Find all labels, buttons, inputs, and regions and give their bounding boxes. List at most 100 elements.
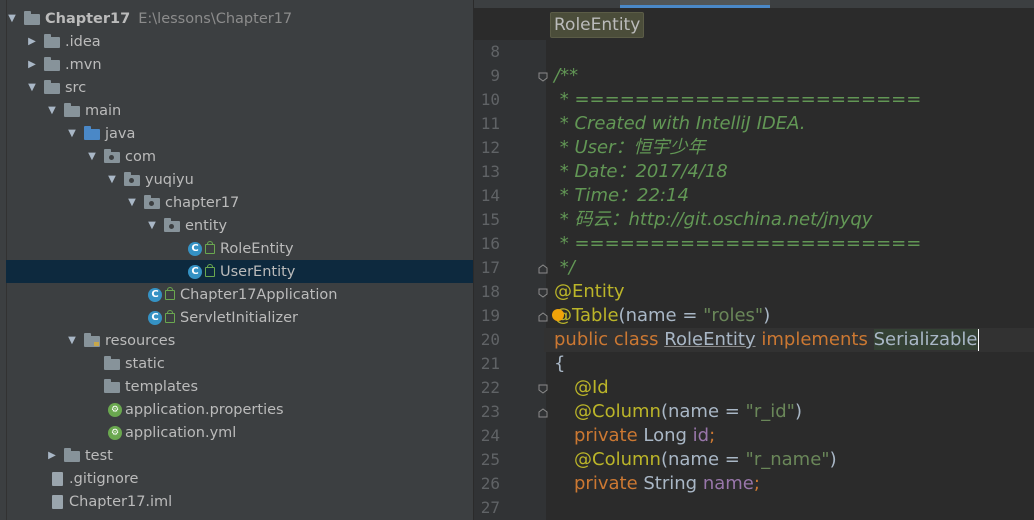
type-name: Long [643,425,693,446]
chevron-down-icon[interactable]: ▼ [46,105,58,117]
code-token: ; [753,473,760,494]
editor-tab[interactable] [474,0,614,8]
folder-icon [44,80,60,94]
code-area[interactable]: /** * ======================= * Created … [544,40,1034,520]
code-line-26: private String name; [574,472,760,496]
code-line-21: { [554,353,566,374]
code-token: name [667,401,720,422]
code-line-20-current: public class RoleEntity implements Seria… [544,328,1034,352]
type-name: String [643,473,703,494]
code-token: = [676,305,704,326]
tree-item-resources[interactable]: ▼ resources [6,329,473,352]
class-icon: C [188,264,202,279]
tree-item-application-yml[interactable]: ⚙ application.yml [6,421,473,444]
chevron-down-icon[interactable]: ▼ [66,128,78,140]
code-token: ) [763,305,771,326]
tree-item-templates[interactable]: templates [6,375,473,398]
line-number: 18 [480,282,500,301]
file-icon [52,471,63,486]
project-path: E:\lessons\Chapter17 [138,10,293,27]
project-tree[interactable]: ▼ Chapter17 E:\lessons\Chapter17 ▶ .idea… [0,0,474,520]
class-name: RoleEntity [664,329,756,350]
package-icon [104,149,120,163]
code-token: ; [709,425,716,446]
spring-config-icon: ⚙ [108,425,122,440]
code-line-25: @Column(name = "r_name") [574,448,837,472]
line-number: 19 [480,306,500,325]
field-name: name [702,473,754,494]
chevron-down-icon[interactable]: ▼ [6,13,18,25]
tree-item-application-properties[interactable]: ⚙ application.properties [6,398,473,421]
lightbulb-icon[interactable] [552,309,564,321]
tree-item-chapter17-iml[interactable]: Chapter17.iml [6,490,473,513]
chevron-right-icon[interactable]: ▶ [26,59,38,71]
editor-tab-active[interactable] [620,0,770,8]
keyword: implements [755,329,874,350]
tree-item-yuqiyu[interactable]: ▼ yuqiyu [6,168,473,191]
code-line-23: @Column(name = "r_id") [574,400,802,424]
tree-item-entity[interactable]: ▼ entity [6,214,473,237]
line-number: 9 [490,66,500,85]
line-number: 17 [480,258,500,277]
tree-item-static[interactable]: static [6,352,473,375]
tree-item-test[interactable]: ▶ test [6,444,473,467]
code-editor[interactable]: RoleEntity 8 9 10 11 12 13 14 15 16 17 1… [474,0,1034,520]
folder-icon [24,11,40,25]
tree-item-userentity[interactable]: C UserEntity [6,260,473,283]
tree-item-java[interactable]: ▼ java [6,122,473,145]
lock-icon [165,309,175,323]
breadcrumb[interactable]: RoleEntity [550,12,645,38]
string-literal: "r_name" [745,449,830,470]
tree-item-mvn[interactable]: ▶ .mvn [6,53,473,76]
lock-icon [165,286,175,300]
tree-item-label: application.properties [125,401,284,418]
tree-item-label: ServletInitializer [180,309,298,326]
code-token: = [719,401,746,422]
line-number: 13 [480,162,500,181]
chevron-down-icon[interactable]: ▼ [86,151,98,163]
tree-item-gitignore[interactable]: .gitignore [6,467,473,490]
chevron-down-icon[interactable]: ▼ [26,82,38,94]
line-number: 25 [480,450,500,469]
tree-item-label: src [65,79,87,96]
tree-item-servletinitializer[interactable]: C ServletInitializer [6,306,473,329]
spring-config-icon: ⚙ [108,402,122,417]
code-token: ( [660,401,668,422]
chevron-down-icon[interactable]: ▼ [146,220,158,232]
code-line-12: * User：恒宇少年 [554,137,706,158]
chevron-right-icon[interactable]: ▶ [26,36,38,48]
tree-item-chapter17[interactable]: ▼ chapter17 [6,191,473,214]
chevron-down-icon[interactable]: ▼ [126,197,138,209]
chevron-down-icon[interactable]: ▼ [106,174,118,186]
tree-item-com[interactable]: ▼ com [6,145,473,168]
lock-icon [205,240,215,254]
line-number: 22 [480,378,500,397]
line-number: 27 [480,498,500,517]
line-number: 15 [480,210,500,229]
tree-item-chapter17application[interactable]: C Chapter17Application [6,283,473,306]
tree-item-project-root[interactable]: ▼ Chapter17 E:\lessons\Chapter17 [6,7,473,30]
spring-class-icon: C [148,287,162,302]
project-name: Chapter17 [45,10,131,27]
string-literal: "r_id" [745,401,795,422]
line-number: 21 [480,354,500,373]
tree-item-label: chapter17 [165,194,240,211]
code-line-16: * ======================= [554,233,922,254]
code-token: = [719,449,746,470]
tree-item-main[interactable]: ▼ main [6,99,473,122]
tree-item-label: RoleEntity [220,240,294,257]
folder-icon [44,34,60,48]
annotation-id: @Id [574,377,609,398]
resources-folder-icon [84,333,100,347]
chevron-right-icon[interactable]: ▶ [46,450,58,462]
tree-item-label: entity [185,217,228,234]
code-line-24: private Long id; [574,424,715,448]
tree-item-src[interactable]: ▼ src [6,76,473,99]
line-number: 26 [480,474,500,493]
line-number: 14 [480,186,500,205]
code-token: name [667,449,720,470]
chevron-down-icon[interactable]: ▼ [66,335,78,347]
tree-item-roleentity[interactable]: C RoleEntity [6,237,473,260]
tree-item-label: resources [105,332,176,349]
tree-item-idea[interactable]: ▶ .idea [6,30,473,53]
